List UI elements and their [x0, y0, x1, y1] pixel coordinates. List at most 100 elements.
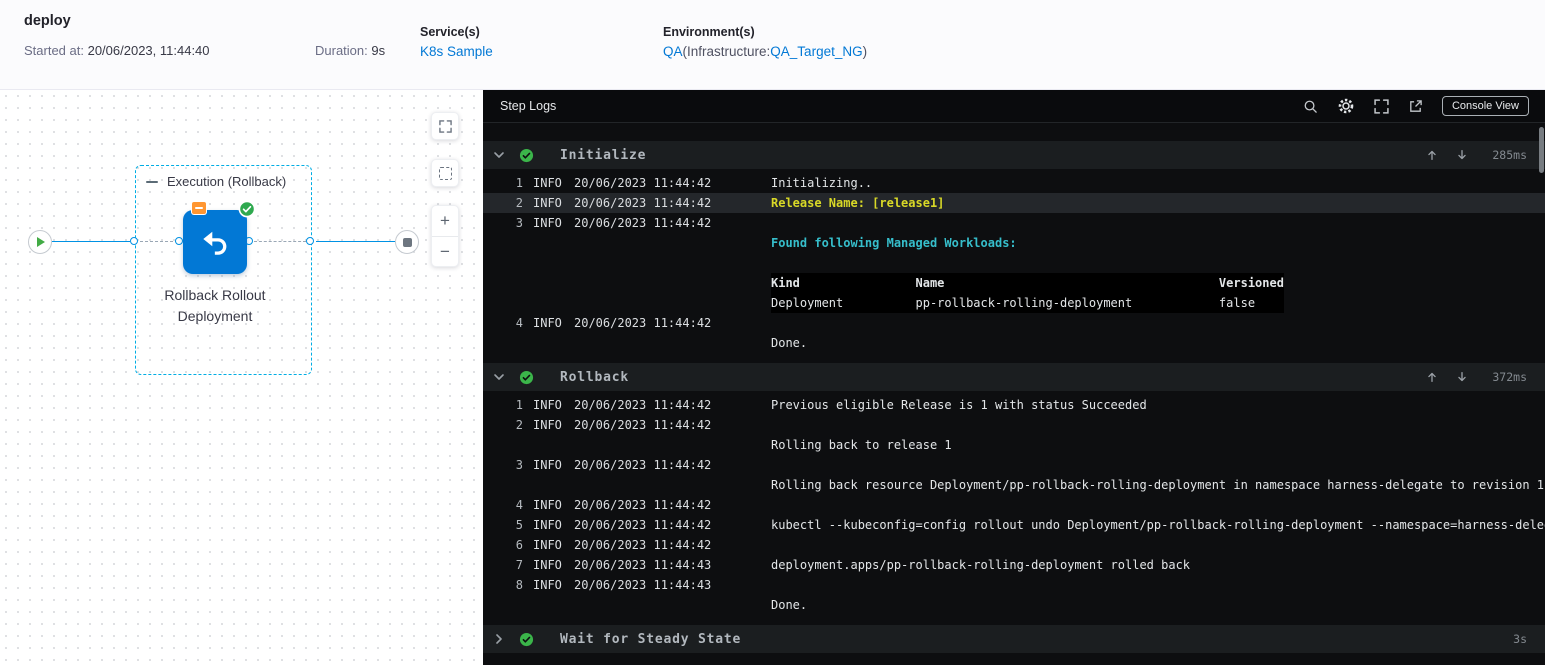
log-timestamp: 20/06/2023 11:44:42 [574, 196, 712, 210]
line-number [511, 595, 523, 615]
log-line: 5 INFO 20/06/2023 11:44:42 kubectl --kubeco… [483, 515, 1545, 535]
step-logs-header: Step Logs Console View [483, 90, 1545, 123]
log-section-wait-for-steady-state[interactable]: Wait for Steady State 3s [483, 625, 1545, 653]
log-timestamp [574, 253, 714, 273]
log-level: INFO [533, 418, 562, 432]
log-level: INFO [533, 458, 562, 472]
section-log-lines: 1 INFO 20/06/2023 11:44:42 Previous eligibl… [483, 391, 1545, 621]
log-level: INFO [533, 538, 562, 552]
console-view-button[interactable]: Console View [1441, 96, 1529, 116]
section-title: Wait for Steady State [560, 631, 742, 647]
section-duration: 372ms [1492, 370, 1527, 384]
execution-graph-canvas[interactable]: Execution (Rollback) Rollback Rollout De… [0, 90, 483, 665]
log-line: 4 INFO 20/06/2023 11:44:42 [483, 313, 1545, 333]
execution-group-toggle[interactable]: Execution (Rollback) [146, 174, 286, 189]
edge-dashed-left [140, 241, 178, 242]
open-in-new-button[interactable] [1408, 99, 1423, 114]
pipeline-name: deploy [24, 13, 71, 29]
log-message: Done. [771, 598, 808, 612]
log-message: Previous eligible Release is 1 with stat… [771, 398, 1147, 412]
log-level: INFO [533, 398, 562, 412]
log-timestamp: 20/06/2023 11:44:42 [574, 458, 712, 472]
fit-to-screen-button[interactable] [431, 112, 459, 140]
log-line [483, 253, 1545, 273]
zoom-out-button[interactable]: − [432, 235, 458, 267]
search-button[interactable] [1303, 99, 1318, 114]
environment-name[interactable]: QA [663, 44, 683, 59]
duration-label: Duration: [315, 43, 372, 58]
scroll-up-icon[interactable] [1425, 148, 1439, 162]
log-timestamp: 20/06/2023 11:44:42 [574, 176, 712, 190]
log-timestamp [574, 435, 714, 455]
line-number [511, 293, 523, 313]
log-level: INFO [533, 578, 562, 592]
log-level: INFO [533, 176, 562, 190]
log-timestamp [574, 233, 714, 253]
log-timestamp: 20/06/2023 11:44:42 [574, 518, 712, 532]
chevron-down-icon[interactable] [493, 371, 505, 383]
log-timestamp [574, 475, 714, 495]
log-line: 7 INFO 20/06/2023 11:44:43 deployment.apps/… [483, 555, 1545, 575]
log-message: Release Name: [release1] [771, 196, 945, 210]
settings-gear-icon [1338, 98, 1354, 114]
started-at-value: 20/06/2023, 11:44:40 [87, 43, 210, 58]
log-level: INFO [533, 518, 562, 532]
log-level: INFO [533, 216, 562, 230]
log-line: 4 INFO 20/06/2023 11:44:42 [483, 495, 1545, 515]
log-line: 2 INFO 20/06/2023 11:44:42 [483, 415, 1545, 435]
log-line: 2 INFO 20/06/2023 11:44:42 Release Name: [r… [483, 193, 1545, 213]
fullscreen-button[interactable] [1374, 98, 1389, 114]
log-line: Kind Name Versioned [483, 273, 1545, 293]
duration-value: 9s [371, 43, 386, 58]
line-number: 6 [515, 538, 523, 552]
step-logs-title: Step Logs [500, 99, 557, 113]
marquee-select-button[interactable] [431, 159, 459, 187]
section-duration: 3s [1513, 632, 1527, 646]
line-number: 3 [515, 458, 523, 472]
scroll-up-icon[interactable] [1425, 370, 1439, 384]
pipeline-start-node[interactable] [28, 230, 52, 254]
scroll-down-icon[interactable] [1455, 148, 1469, 162]
service-link[interactable]: K8s Sample [420, 44, 493, 59]
scroll-down-icon[interactable] [1455, 370, 1469, 384]
log-level [533, 333, 567, 353]
log-section-rollback[interactable]: Rollback 372ms [483, 363, 1545, 391]
environment-link[interactable]: QA(Infrastructure:QA_Target_NG) [663, 44, 867, 59]
expand-canvas-icon [438, 119, 452, 133]
infrastructure-link[interactable]: QA_Target_NG [770, 44, 862, 59]
log-level [533, 435, 567, 455]
log-line: Done. [483, 595, 1545, 615]
log-timestamp [574, 333, 714, 353]
pipeline-end-node[interactable] [395, 230, 419, 254]
log-message: Rolling back to release 1 [771, 438, 952, 452]
log-timestamp: 20/06/2023 11:44:43 [574, 578, 712, 592]
chevron-down-icon[interactable] [493, 149, 505, 161]
connector-port [130, 237, 138, 245]
log-settings-button[interactable] [1337, 97, 1355, 115]
log-level [533, 253, 567, 273]
log-level: INFO [533, 316, 562, 330]
scrollbar-thumb[interactable] [1539, 127, 1544, 173]
log-message: Initializing.. [771, 176, 873, 190]
log-message: deployment.apps/pp-rollback-rolling-depl… [771, 558, 1191, 572]
log-line: Done. [483, 333, 1545, 353]
line-number [511, 435, 523, 455]
play-icon [37, 237, 45, 247]
section-title: Initialize [560, 147, 647, 163]
log-line: 1 INFO 20/06/2023 11:44:42 Previous eligibl… [483, 395, 1545, 415]
log-timestamp: 20/06/2023 11:44:42 [574, 538, 712, 552]
log-timestamp: 20/06/2023 11:44:42 [574, 316, 712, 330]
log-level: INFO [533, 196, 562, 210]
log-line: 6 INFO 20/06/2023 11:44:42 [483, 535, 1545, 555]
infrastructure-suffix: ) [862, 44, 868, 59]
zoom-in-button[interactable]: + [432, 206, 458, 236]
collapse-minus-icon[interactable] [146, 180, 158, 183]
log-message: Found following Managed Workloads: [771, 236, 1017, 250]
line-number: 4 [515, 316, 523, 330]
success-check-icon [519, 632, 534, 647]
open-in-new-icon [1410, 99, 1422, 112]
chevron-right-icon[interactable] [493, 633, 505, 645]
log-section-initialize[interactable]: Initialize 285ms [483, 141, 1545, 169]
log-message: kubectl --kubeconfig=config rollout undo… [771, 518, 1545, 532]
line-number: 5 [515, 518, 523, 532]
